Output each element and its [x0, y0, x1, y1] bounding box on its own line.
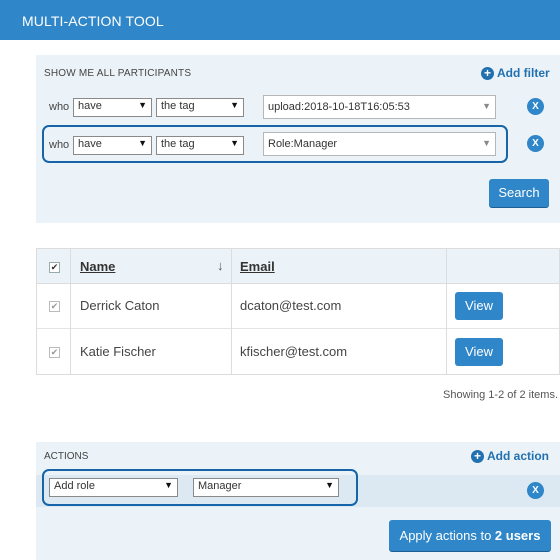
chevron-down-icon: ▼ [482, 138, 491, 148]
add-action-link[interactable]: + Add action [471, 449, 549, 463]
row-checkbox[interactable]: ✔ [49, 347, 60, 358]
column-divider [70, 249, 71, 374]
actions-heading: ACTIONS [44, 451, 89, 462]
apply-actions-label: Apply actions to [399, 528, 495, 543]
filter-type-select[interactable]: the tag ▼ [156, 136, 244, 155]
filter-type-select[interactable]: the tag ▼ [156, 98, 244, 117]
remove-filter-button[interactable]: X [527, 98, 544, 115]
chevron-down-icon: ▼ [138, 100, 147, 110]
filter-value: upload:2018-10-18T16:05:53 [268, 101, 410, 113]
table-row: ✔ Katie Fischer kfischer@test.com View [37, 330, 559, 375]
participant-name: Katie Fischer [80, 344, 156, 359]
sort-arrow-icon[interactable]: ↓ [217, 258, 224, 273]
column-header-name[interactable]: Name [80, 259, 115, 274]
add-filter-label: Add filter [497, 66, 550, 80]
view-button[interactable]: View [455, 292, 503, 320]
verb-select[interactable]: have ▼ [73, 136, 152, 155]
filter-heading: SHOW ME ALL PARTICIPANTS [44, 68, 192, 79]
action-row-highlight [42, 469, 358, 506]
pagination-summary: Showing 1-2 of 2 items. [443, 389, 558, 401]
actions-panel: ACTIONS + Add action Add role ▼ Manager … [36, 442, 560, 560]
row-checkbox[interactable]: ✔ [49, 301, 60, 312]
remove-filter-button[interactable]: X [527, 135, 544, 152]
plus-icon: + [481, 66, 494, 80]
column-header-email[interactable]: Email [240, 259, 275, 274]
table-row: ✔ Derrick Caton dcaton@test.com View [37, 284, 559, 329]
filter-value-select[interactable]: Role:Manager ▼ [263, 132, 496, 156]
filter-value-select[interactable]: upload:2018-10-18T16:05:53 ▼ [263, 95, 496, 119]
filter-type-value: the tag [161, 138, 195, 150]
verb-select-value: have [78, 100, 102, 112]
filter-value: Role:Manager [268, 138, 338, 150]
add-filter-link[interactable]: + Add filter [481, 66, 550, 80]
table-header: ✔ Name ↓ Email [37, 249, 559, 284]
who-label: who [49, 101, 70, 113]
select-all-checkbox[interactable]: ✔ [49, 262, 60, 273]
search-button[interactable]: Search [489, 179, 549, 207]
filter-panel: SHOW ME ALL PARTICIPANTS + Add filter wh… [36, 55, 560, 223]
chevron-down-icon: ▼ [230, 138, 239, 148]
verb-select-value: have [78, 138, 102, 150]
participant-email: dcaton@test.com [240, 298, 342, 313]
view-button[interactable]: View [455, 338, 503, 366]
column-divider [231, 249, 232, 374]
chevron-down-icon: ▼ [230, 100, 239, 110]
who-label: who [49, 139, 70, 151]
apply-actions-count: 2 users [494, 528, 541, 543]
verb-select[interactable]: have ▼ [73, 98, 152, 117]
apply-actions-button[interactable]: Apply actions to 2 users [389, 520, 551, 551]
participants-table: ✔ Name ↓ Email ✔ Derrick Caton dcaton@te… [36, 248, 560, 375]
chevron-down-icon: ▼ [482, 101, 491, 111]
filter-type-value: the tag [161, 100, 195, 112]
title-bar: MULTI-ACTION TOOL [0, 0, 560, 40]
chevron-down-icon: ▼ [138, 138, 147, 148]
add-action-label: Add action [487, 449, 549, 463]
plus-icon: + [471, 449, 484, 463]
window-title: MULTI-ACTION TOOL [22, 13, 164, 29]
column-divider [446, 249, 447, 374]
participant-name: Derrick Caton [80, 298, 160, 313]
participant-email: kfischer@test.com [240, 344, 348, 359]
remove-action-button[interactable]: X [527, 482, 544, 499]
